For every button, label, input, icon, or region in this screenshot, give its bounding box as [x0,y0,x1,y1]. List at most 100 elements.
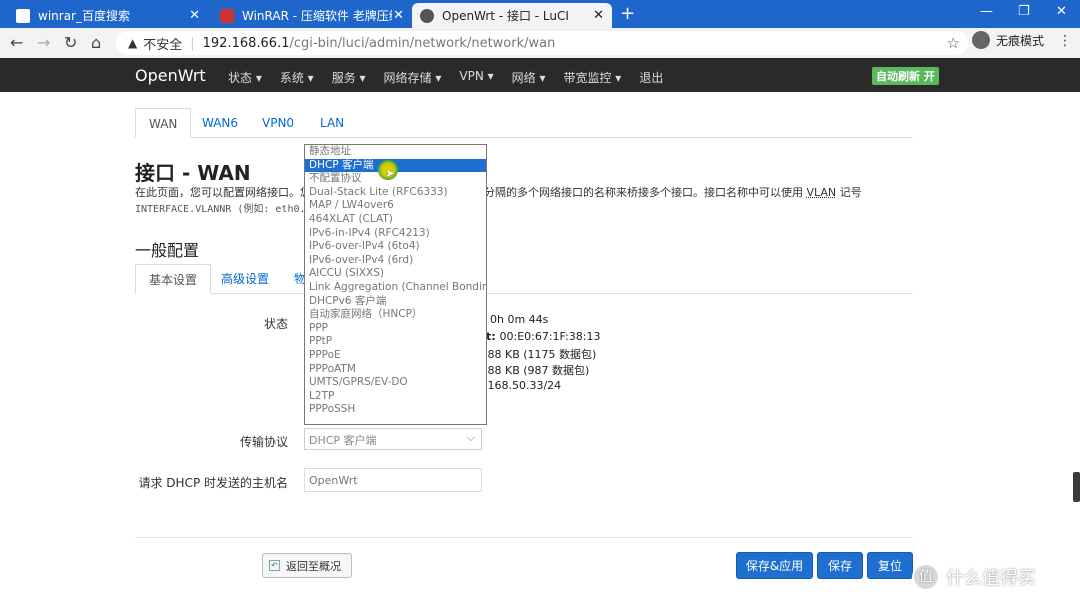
tab-wan[interactable]: WAN [135,108,192,138]
mouse-pointer-icon: ➤ [385,166,396,180]
openwrt-brand[interactable]: OpenWrt [135,66,206,85]
winrar-favicon-icon [220,8,234,23]
reload-icon[interactable]: ↻ [64,33,77,52]
incognito-profile[interactable]: 无痕模式 [972,31,1044,49]
dropdown-option[interactable]: 464XLAT (CLAT) [305,213,486,227]
tab-title: WinRAR - 压缩软件 老牌压缩软 [242,9,392,23]
close-icon[interactable]: ✕ [393,8,404,23]
desc-right-text: 分隔的多个网络接口的名称来桥接多个接口。接口名称中可以使用 [484,186,803,199]
status-mac-value: 00:E0:67:1F:38:13 [499,330,601,343]
openwrt-navbar: OpenWrt 状态 ▾ 系统 ▾ 服务 ▾ 网络存储 ▾ VPN ▾ 网络 ▾… [0,58,1080,92]
dropdown-option[interactable]: PPPoATM [305,363,486,377]
dropdown-option[interactable]: PPtP [305,335,486,349]
close-icon[interactable]: ✕ [189,8,200,23]
browser-toolbar: ← → ↻ ⌂ ▲ 不安全 | 192.168.66.1 /cgi-bin/lu… [0,28,1080,58]
baidu-favicon-icon [16,8,30,23]
desc-tail: 记号 [839,186,862,199]
dropdown-option[interactable]: 自动家庭网络（HNCP） [305,308,486,322]
interface-tabs: WAN WAN6 VPN0 LAN [135,108,913,138]
browser-tab-openwrt[interactable]: OpenWrt - 接口 - LuCI ✕ [412,3,612,28]
minimize-icon[interactable]: — [980,4,993,19]
maximize-icon[interactable]: ❐ [1018,4,1030,19]
browser-tab-strip: winrar_百度搜索 ✕ WinRAR - 压缩软件 老牌压缩软 ✕ Open… [0,0,1080,28]
back-to-overview-button[interactable]: ↶ 返回至概况 [262,553,352,578]
status-mac: t: 00:E0:67:1F:38:13 [486,330,600,343]
menu-logout[interactable]: 退出 [639,69,663,86]
protocol-select-value: DHCP 客户端 [309,434,377,447]
vlan-abbr: VLAN [806,186,837,199]
tab-advanced-settings[interactable]: 高级设置 [208,264,282,294]
protocol-dropdown-list[interactable]: 静态地址 DHCP 客户端 不配置协议 Dual-Stack Lite (RFC633… [304,144,487,425]
protocol-label: 传输协议 [239,435,288,449]
insecure-label: 不安全 [143,37,183,53]
status-mac-prefix: t: [486,330,500,343]
status-label: 状态 [263,317,288,331]
status-uptime: 0h 0m 44s [490,313,549,326]
page-description-right: 分隔的多个网络接口的名称来桥接多个接口。接口名称中可以使用 VLAN 记号 [484,184,862,200]
tab-vpn0[interactable]: VPN0 [249,108,307,138]
reset-button[interactable]: 复位 [867,552,913,579]
menu-services[interactable]: 服务 ▾ [332,69,366,86]
main-menu: 状态 ▾ 系统 ▾ 服务 ▾ 网络存储 ▾ VPN ▾ 网络 ▾ 带宽监控 ▾ … [228,69,681,86]
section-title: 一般配置 [135,241,200,260]
menu-bandwidth[interactable]: 带宽监控 ▾ [563,69,621,86]
dropdown-option[interactable]: PPPoE [305,349,486,363]
dropdown-option[interactable]: 静态地址 [305,145,486,159]
address-bar[interactable]: ▲ 不安全 | 192.168.66.1 /cgi-bin/luci/admin… [116,31,968,55]
menu-nas[interactable]: 网络存储 ▾ [384,69,442,86]
tab-title: OpenWrt - 接口 - LuCI [442,9,569,23]
dropdown-option[interactable]: PPP [305,322,486,336]
back-label: 返回至概况 [286,559,341,573]
page-description-left: 在此页面，您可以配置网络接口。您 [135,186,311,199]
browser-tab-baidu[interactable]: winrar_百度搜索 ✕ [8,3,208,28]
home-icon[interactable]: ⌂ [91,33,101,52]
new-tab-button[interactable]: + [620,3,635,25]
forward-arrow-icon[interactable]: → [37,33,50,52]
tab-lan[interactable]: LAN [307,108,357,138]
dropdown-option[interactable]: UMTS/GPRS/EV-DO [305,376,486,390]
dropdown-option[interactable]: DHCPv6 客户端 [305,295,486,309]
dropdown-option[interactable]: Dual-Stack Lite (RFC6333) [305,186,486,200]
dropdown-option[interactable]: Link Aggregation (Channel Bonding) [305,281,486,295]
incognito-label: 无痕模式 [996,33,1045,48]
save-apply-button[interactable]: 保存&应用 [736,552,813,579]
menu-system[interactable]: 系统 ▾ [280,69,314,86]
protocol-select[interactable]: DHCP 客户端 ⌵ [304,428,482,450]
chevron-down-icon: ⌵ [466,431,475,444]
status-ip: .168.50.33/24 [484,379,562,392]
menu-network[interactable]: 网络 ▾ [512,69,546,86]
dropdown-option[interactable]: PPPoSSH [305,403,486,417]
hostname-label: 请求 DHCP 时发送的主机名 [138,476,288,490]
status-tx: .88 KB (987 数据包) [484,364,590,377]
tab-basic-settings[interactable]: 基本设置 [135,264,212,294]
url-path: /cgi-bin/luci/admin/network/network/wan [289,35,556,51]
close-icon[interactable]: ✕ [593,8,604,23]
dropdown-option[interactable]: AICCU (SIXXS) [305,267,486,281]
bookmark-star-icon[interactable]: ☆ [947,34,960,52]
auto-refresh-badge[interactable]: 自动刷新 开 [872,67,939,85]
hostname-input[interactable] [304,468,482,492]
window-close-icon[interactable]: ✕ [1056,4,1067,19]
dropdown-option[interactable]: IPv6-over-IPv4 (6to4) [305,240,486,254]
more-menu-icon[interactable]: ⋮ [1058,33,1072,49]
scrollbar-thumb[interactable] [1073,472,1080,502]
back-arrow-icon[interactable]: ← [10,33,23,52]
warning-icon[interactable]: ▲ [128,36,137,50]
browser-tab-winrar[interactable]: WinRAR - 压缩软件 老牌压缩软 ✕ [212,3,412,28]
interface-format-code: INTERFACE.VLANNR (例如: eth0.1) [135,204,318,215]
tab-title: winrar_百度搜索 [38,9,130,23]
menu-vpn[interactable]: VPN ▾ [459,69,493,86]
dropdown-option[interactable]: IPv6-over-IPv4 (6rd) [305,254,486,268]
dropdown-option[interactable]: IPv6-in-IPv4 (RFC4213) [305,227,486,241]
dropdown-option[interactable]: L2TP [305,390,486,404]
dropdown-option[interactable]: MAP / LW4over6 [305,199,486,213]
save-button[interactable]: 保存 [817,552,863,579]
tab-wan6[interactable]: WAN6 [189,108,251,138]
config-subtabs: 基本设置 高级设置 物 [135,264,913,294]
openwrt-favicon-icon [420,8,434,23]
menu-status[interactable]: 状态 ▾ [228,69,262,86]
watermark: 值 什么值得买 [912,563,1036,591]
status-rx: .88 KB (1175 数据包) [484,348,597,361]
url-separator: | [190,35,195,51]
divider [135,537,913,538]
